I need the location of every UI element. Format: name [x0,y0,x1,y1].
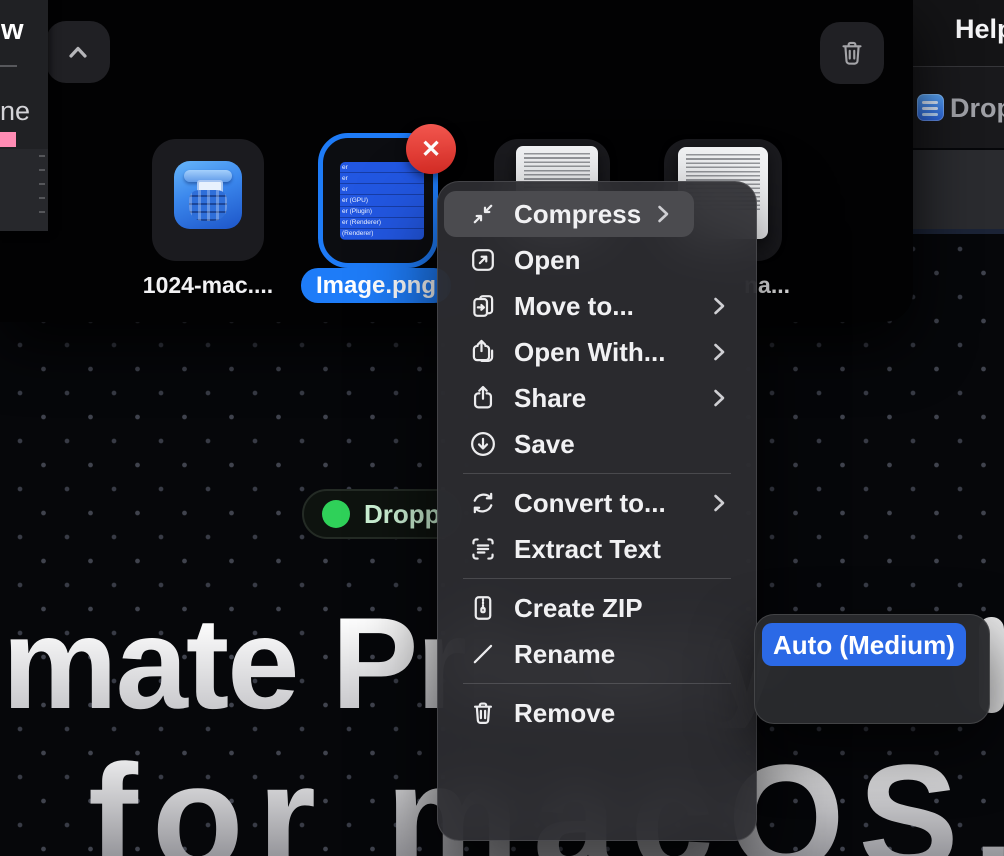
save-icon [468,429,498,459]
menu-item-label: Compress [514,201,641,227]
menu-item-label: Move to... [514,291,634,322]
divider [0,65,17,67]
menu-item-remove[interactable]: Remove [444,690,750,736]
menu-item-label: Convert to... [514,488,666,519]
menu-item-label: Create ZIP [514,593,643,624]
open-icon [468,245,498,275]
menu-item-label: Open With... [514,337,665,368]
shelf-item-label: 1024-mac.... [128,272,288,299]
status-dot-icon [322,500,350,528]
menu-separator [463,578,731,579]
submenu-item-auto-medium[interactable]: Auto (Medium) [762,623,966,666]
menu-item-label: Open [514,245,580,276]
menu-item-label: Save [514,429,575,460]
compress-submenu: Auto (Medium) Target Size... [754,614,990,724]
menu-item-label: Extract Text [514,534,661,565]
menu-item-share[interactable]: Share [444,375,750,421]
convert-icon [468,488,498,518]
chevron-up-icon [63,37,93,67]
image-preview: er er er er (GPU) er (Plugin) er (Render… [340,162,424,240]
menu-item-label: Share [514,383,586,414]
menu-item-move-to[interactable]: Move to... [444,283,750,329]
shelf-item-1024-mac[interactable] [152,139,264,261]
extract-text-icon [468,534,498,564]
compress-icon [468,199,498,229]
menu-item-open-with[interactable]: Open With... [444,329,750,375]
menu-item-extract-text[interactable]: Extract Text [444,526,750,572]
background-text: ne [0,96,30,127]
pink-accent-bar [0,132,16,147]
chevron-right-icon [713,296,726,316]
open-with-icon [468,337,498,367]
move-to-icon [468,291,498,321]
menu-item-rename[interactable]: Rename [444,631,750,677]
app-icon-thumbnail [174,161,242,229]
chevron-right-icon [657,204,670,224]
menu-item-label: Rename [514,639,615,670]
clear-all-button[interactable] [820,22,884,84]
zip-icon [468,593,498,623]
background-window-left: w ne [0,0,48,231]
menu-separator [463,683,731,684]
desktop: mate Privacy for macOS. Help Drop 1024-m… [0,0,1004,856]
menu-item-open[interactable]: Open [444,237,750,283]
dropover-menu-label: Drop [950,93,1004,124]
selected-item-label: Image.png [301,268,451,303]
menu-item-save[interactable]: Save [444,421,750,467]
rename-icon [468,639,498,669]
menu-item-label: Remove [514,698,615,729]
help-menu[interactable]: Help [955,14,1004,45]
context-menu: Copy Open Move to... Open With... [437,181,757,841]
background-panel [913,150,1004,229]
share-icon [468,383,498,413]
menu-separator [463,473,731,474]
background-text: w [1,14,24,47]
dropover-menu-row[interactable]: Drop [913,67,1004,148]
trash-icon [837,38,867,68]
remove-item-badge[interactable]: ✕ [406,124,456,174]
menu-item-compress[interactable]: Compress [444,191,694,237]
trash-icon [468,698,498,728]
background-window-edge [913,229,1004,234]
menu-item-create-zip[interactable]: Create ZIP [444,585,750,631]
background-subpanel [0,149,48,231]
chevron-right-icon [713,388,726,408]
badge-label: Dropp [364,499,441,530]
collapse-button[interactable] [46,21,110,83]
dropover-app-icon [917,94,944,121]
menu-item-convert-to[interactable]: Convert to... [444,480,750,526]
chevron-right-icon [713,493,726,513]
menu-bar: Help [913,0,1004,67]
chevron-right-icon [713,342,726,362]
